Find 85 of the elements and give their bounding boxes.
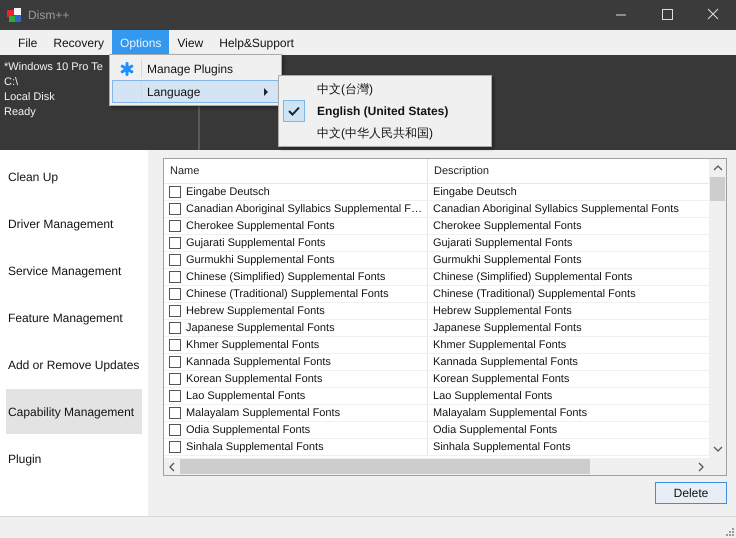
checkbox[interactable] [169, 271, 181, 283]
scroll-up-icon[interactable] [712, 164, 722, 172]
checkbox[interactable] [169, 203, 181, 215]
scroll-down-icon[interactable] [712, 445, 722, 453]
checkbox[interactable] [169, 424, 181, 436]
scroll-left-icon[interactable] [168, 462, 176, 472]
checkbox[interactable] [169, 390, 181, 402]
app-icon [6, 7, 22, 23]
table-cell: Chinese (Traditional) Supplemental Fonts [433, 288, 636, 300]
checkbox[interactable] [169, 356, 181, 368]
table-cell: Malayalam Supplemental Fonts [186, 407, 340, 419]
table-cell: Cherokee Supplemental Fonts [186, 220, 335, 232]
sidebar-item[interactable]: Feature Management [6, 295, 142, 340]
table-cell: Japanese Supplemental Fonts [186, 322, 335, 334]
menu-item[interactable]: Manage Plugins [112, 57, 279, 80]
info-text: Ready [4, 105, 36, 120]
info-text: *Windows 10 Pro Te [4, 60, 103, 75]
table-cell: Chinese (Simplified) Supplemental Fonts [433, 271, 632, 283]
table-cell: Cherokee Supplemental Fonts [433, 220, 582, 232]
table-cell: Khmer Supplemental Fonts [433, 339, 566, 351]
table-cell: Gurmukhi Supplemental Fonts [433, 254, 582, 266]
menu-item[interactable]: Recovery [45, 30, 112, 55]
horizontal-scrollbar[interactable] [164, 458, 709, 475]
menu-item[interactable]: View [169, 30, 212, 55]
menu-item[interactable]: Help&Support [211, 30, 302, 55]
sidebar-item[interactable]: Driver Management [6, 201, 142, 246]
table-cell: Chinese (Simplified) Supplemental Fonts [186, 271, 386, 283]
checkmark-icon [288, 106, 300, 116]
column-header[interactable]: Description [428, 159, 709, 183]
sidebar-item[interactable]: Add or Remove Updates [6, 342, 142, 387]
table-cell: Japanese Supplemental Fonts [433, 322, 582, 334]
checkbox[interactable] [169, 339, 181, 351]
info-text: Local Disk [4, 90, 55, 105]
table-cell: Eingabe Deutsch [186, 186, 270, 198]
delete-button[interactable]: Delete [655, 482, 727, 504]
table-cell: Gujarati Supplemental Fonts [186, 237, 326, 249]
checkbox[interactable] [169, 322, 181, 334]
table-cell: Khmer Supplemental Fonts [186, 339, 320, 351]
table-cell: Hebrew Supplemental Fonts [186, 305, 325, 317]
checkbox[interactable] [169, 441, 181, 453]
table-cell: Gurmukhi Supplemental Fonts [186, 254, 335, 266]
table-cell: Korean Supplemental Fonts [433, 373, 570, 385]
checkbox[interactable] [169, 237, 181, 249]
checkbox[interactable] [169, 220, 181, 232]
info-text: C:\ [4, 75, 18, 90]
submenu-arrow-icon [264, 88, 269, 96]
scrollbar-thumb[interactable] [710, 177, 725, 201]
scrollbar-thumb[interactable] [180, 459, 590, 474]
table-cell: Kannada Supplemental Fonts [433, 356, 578, 368]
menu-item[interactable]: English (United States) [281, 100, 489, 122]
table-cell: Sinhala Supplemental Fonts [186, 441, 324, 453]
checkbox[interactable] [169, 373, 181, 385]
table-cell: Kannada Supplemental Fonts [186, 356, 331, 368]
checkbox[interactable] [169, 254, 181, 266]
checkbox[interactable] [169, 186, 181, 198]
vertical-scrollbar[interactable] [709, 159, 726, 475]
asterisk-icon [120, 62, 134, 76]
resize-grip-icon[interactable] [726, 528, 734, 536]
table-cell: Chinese (Traditional) Supplemental Fonts [186, 288, 389, 300]
checkbox[interactable] [169, 288, 181, 300]
table-cell: Canadian Aboriginal Syllabics Supplemental Fonts [433, 203, 679, 215]
menu-item[interactable]: Language [112, 80, 279, 103]
menu-item[interactable]: 中文(台灣) [281, 78, 489, 100]
checkbox[interactable] [169, 305, 181, 317]
table-cell: Odia Supplemental Fonts [433, 424, 558, 436]
table-cell: Hebrew Supplemental Fonts [433, 305, 572, 317]
sidebar-item[interactable]: Clean Up [6, 154, 142, 199]
sidebar-item[interactable]: Service Management [6, 248, 142, 293]
menu-item[interactable]: File [10, 30, 46, 55]
table-cell: Sinhala Supplemental Fonts [433, 441, 571, 453]
scroll-right-icon[interactable] [697, 462, 705, 472]
window-title: Dism++ [28, 8, 70, 22]
table-cell: Korean Supplemental Fonts [186, 373, 322, 385]
sidebar-item[interactable]: Capability Management [6, 389, 142, 434]
table-cell: Gujarati Supplemental Fonts [433, 237, 572, 249]
table-cell: Lao Supplemental Fonts [433, 390, 552, 402]
checkbox[interactable] [169, 407, 181, 419]
table-cell: Malayalam Supplemental Fonts [433, 407, 588, 419]
table-cell: Canadian Aboriginal Syllabics Supplemental F… [186, 203, 422, 215]
column-header[interactable]: Name [164, 159, 428, 183]
table-cell: Odia Supplemental Fonts [186, 424, 310, 436]
table-cell: Lao Supplemental Fonts [186, 390, 306, 402]
table-cell: Eingabe Deutsch [433, 186, 517, 198]
sidebar-item[interactable]: Plugin [6, 436, 142, 481]
menu-item[interactable]: 中文(中华人民共和国) [281, 122, 489, 144]
